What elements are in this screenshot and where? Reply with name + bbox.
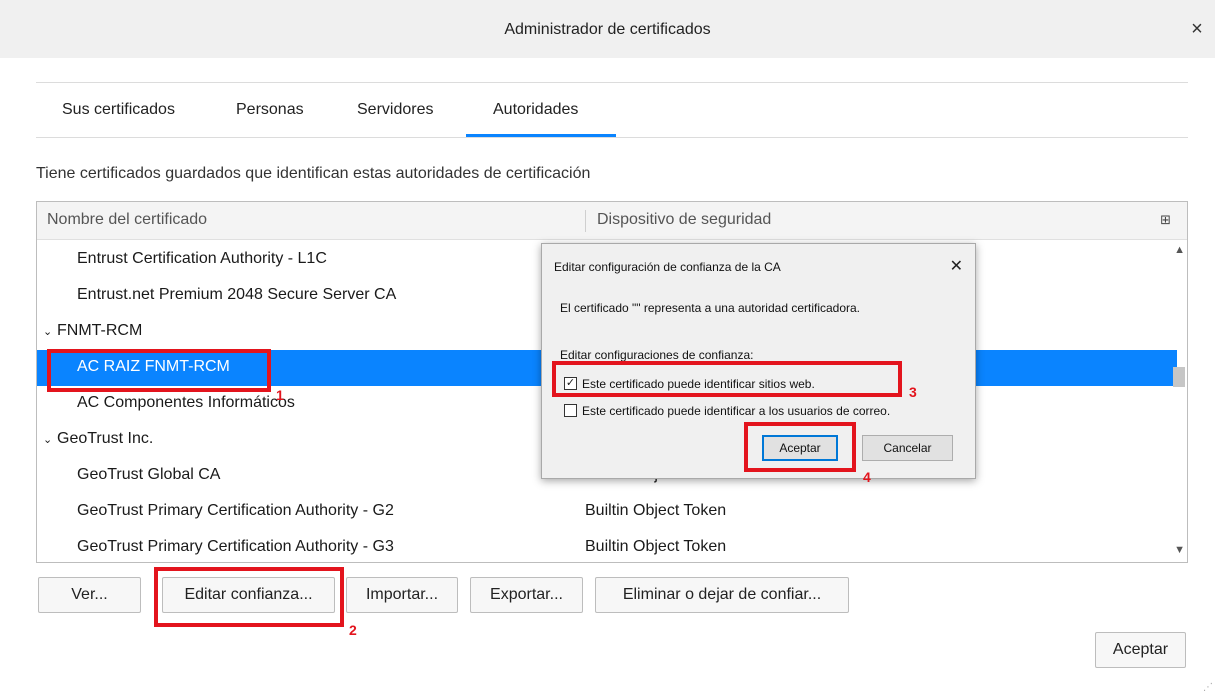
column-separator[interactable] <box>585 210 586 232</box>
checkbox-email-label[interactable]: Este certificado puede identificar a los… <box>582 404 890 418</box>
row-cert-name: GeoTrust Primary Certification Authority… <box>77 538 394 555</box>
exportar-button-label: Exportar... <box>490 586 563 603</box>
annotation-number-4: 4 <box>863 469 871 485</box>
table-header: Nombre del certificado Dispositivo de se… <box>37 202 1187 240</box>
annotation-number-3: 3 <box>909 384 917 400</box>
ver-button-label: Ver... <box>71 586 108 603</box>
column-header-name[interactable]: Nombre del certificado <box>47 211 207 229</box>
tab-sus-certificados[interactable]: Sus certificados <box>62 101 175 119</box>
dialog-subtitle: Editar configuraciones de confianza: <box>560 348 754 362</box>
annotation-box-4 <box>744 422 856 472</box>
column-header-device[interactable]: Dispositivo de seguridad <box>597 211 771 229</box>
exportar-button[interactable]: Exportar... <box>470 577 583 613</box>
row-cert-name: GeoTrust Primary Certification Authority… <box>77 502 394 519</box>
dialog-message: El certificado "" representa a una autor… <box>560 301 861 315</box>
chevron-down-icon[interactable]: ⌄ <box>43 433 53 446</box>
row-device: Builtin Object Token <box>585 538 727 555</box>
row-cert-name: AC Componentes Informáticos <box>77 394 295 411</box>
resize-grip-icon[interactable]: ⋰ <box>1203 682 1213 693</box>
tabs-bottom-border <box>36 137 1188 138</box>
tab-servidores[interactable]: Servidores <box>357 101 433 119</box>
annotation-box-1 <box>47 349 271 392</box>
chevron-down-icon[interactable]: ⌄ <box>43 325 53 338</box>
group-name: FNMT-RCM <box>57 322 143 339</box>
importar-button-label: Importar... <box>365 586 439 603</box>
close-icon[interactable]: × <box>1185 18 1209 42</box>
row-device: Builtin Object Token <box>585 502 727 519</box>
table-row[interactable]: GeoTrust Primary Certification Authority… <box>37 530 1177 562</box>
scrollbar-thumb[interactable] <box>1173 367 1185 387</box>
annotation-box-3 <box>552 361 902 397</box>
tab-personas[interactable]: Personas <box>236 101 304 119</box>
description-text: Tiene certificados guardados que identif… <box>36 165 591 182</box>
annotation-number-1: 1 <box>276 387 284 403</box>
checkbox-email[interactable] <box>564 404 577 417</box>
row-cert-name: Entrust Certification Authority - L1C <box>77 250 327 267</box>
column-picker-icon[interactable]: ⊞ <box>1160 212 1171 228</box>
aceptar-main-button[interactable]: Aceptar <box>1095 632 1186 668</box>
dialog-title: Editar configuración de confianza de la … <box>554 260 781 274</box>
group-name: GeoTrust Inc. <box>57 430 154 447</box>
window-title: Administrador de certificados <box>504 21 711 38</box>
annotation-box-2 <box>154 567 344 627</box>
annotation-number-2: 2 <box>349 622 357 638</box>
title-bar: Administrador de certificados × <box>0 0 1215 58</box>
table-row[interactable]: GeoTrust Primary Certification Authority… <box>37 494 1177 530</box>
row-cert-name: Entrust.net Premium 2048 Secure Server C… <box>77 286 397 303</box>
ver-button[interactable]: Ver... <box>38 577 141 613</box>
aceptar-main-label: Aceptar <box>1112 641 1169 658</box>
dialog-cancel-button[interactable]: Cancelar <box>862 435 953 461</box>
tab-autoridades[interactable]: Autoridades <box>493 101 578 119</box>
dialog-close-icon[interactable]: ✕ <box>950 256 963 276</box>
importar-button[interactable]: Importar... <box>346 577 458 613</box>
tabs-top-border <box>36 82 1188 83</box>
row-cert-name: GeoTrust Global CA <box>77 466 221 483</box>
eliminar-button[interactable]: Eliminar o dejar de confiar... <box>595 577 849 613</box>
scroll-down-icon[interactable]: ▼ <box>1174 544 1185 556</box>
scroll-up-icon[interactable]: ▲ <box>1174 244 1185 256</box>
eliminar-button-label: Eliminar o dejar de confiar... <box>622 586 822 603</box>
